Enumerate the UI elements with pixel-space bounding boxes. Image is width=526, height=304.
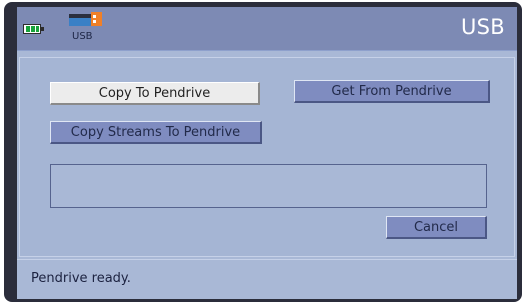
battery-bar: [36, 26, 39, 32]
cancel-button[interactable]: Cancel: [386, 216, 487, 239]
get-from-pendrive-button[interactable]: Get From Pendrive: [294, 80, 490, 103]
device-frame: USB USB Copy To Pendrive Get From Pendri…: [4, 2, 522, 302]
message-box: [50, 164, 487, 208]
copy-to-pendrive-button[interactable]: Copy To Pendrive: [50, 82, 260, 105]
status-bar: Pendrive ready.: [17, 259, 517, 299]
battery-bar: [31, 26, 35, 32]
header-bar: USB USB: [17, 7, 517, 51]
battery-bar: [26, 26, 30, 32]
status-text: Pendrive ready.: [31, 271, 131, 286]
usb-drive-icon: [69, 12, 102, 26]
battery-icon: [23, 24, 44, 34]
usb-label: USB: [72, 31, 93, 42]
page-title: USB: [460, 15, 505, 39]
copy-streams-to-pendrive-button[interactable]: Copy Streams To Pendrive: [50, 121, 262, 144]
screen: USB USB Copy To Pendrive Get From Pendri…: [17, 7, 517, 299]
